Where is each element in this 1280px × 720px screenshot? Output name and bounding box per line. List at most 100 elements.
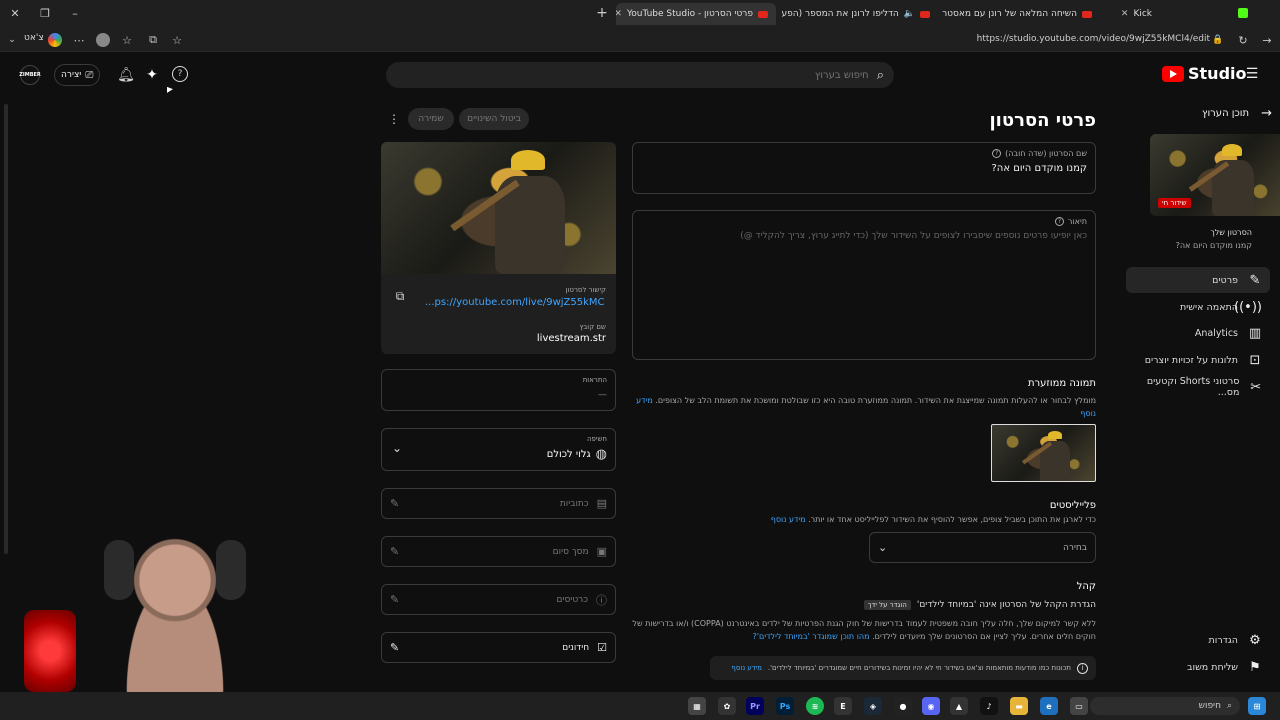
copilot-icon[interactable] (48, 33, 62, 47)
close-tab-icon[interactable]: ✕ (616, 9, 622, 19)
edge-icon[interactable]: e (1040, 697, 1058, 715)
reload-icon[interactable]: ↻ (1236, 33, 1250, 47)
subtitles-button[interactable]: ▤ כתוביות ✎ (381, 488, 616, 519)
favorites-icon[interactable]: ☆ (120, 33, 134, 47)
visibility-select[interactable]: חשיפה ◍ גלוי לכולם ⌄ (381, 428, 616, 471)
microphone (24, 610, 76, 692)
description-placeholder[interactable]: כאן יופיעו פרטים נוספים שיסבירו לצופים ע… (639, 231, 1087, 241)
file-name: livestream.str (536, 333, 606, 344)
steam-icon[interactable]: ◈ (864, 697, 882, 715)
cards-button[interactable]: ⓘ כרטיסים ✎ (381, 584, 616, 615)
new-tab-icon[interactable]: + (594, 5, 610, 21)
task-view-icon[interactable]: ▭ (1070, 697, 1088, 715)
help-icon[interactable]: ? (172, 66, 188, 82)
premiere-icon[interactable]: Pr (746, 697, 764, 715)
video-link[interactable]: ...ps://youtube.com/live/9wjZ55kMCl4 (425, 297, 605, 308)
help-icon[interactable]: ? (992, 149, 1002, 158)
folder-icon[interactable]: ▬ (1010, 697, 1028, 715)
browser-tab-bar: ✕ ❐ – + פרטי הסרטון - YouTube Studio ✕ 🔈… (0, 0, 1280, 28)
undo-changes-button[interactable]: ביטול השינויים (459, 108, 529, 130)
chevron-down-icon: ⌄ (392, 441, 403, 455)
sidebar-item-settings[interactable]: ⚙ הגדרות (1126, 627, 1270, 653)
youtube-favicon-icon (1082, 10, 1092, 18)
pencil-icon: ✎ (1249, 272, 1261, 288)
taskbar-search[interactable]: ⌕ חיפוש (1090, 697, 1240, 715)
subtitles-label: כתוביות (559, 498, 589, 509)
start-icon[interactable]: ⊞ (1248, 697, 1266, 715)
title-field-label: שם הסרטון (שדה חובה) (1005, 149, 1087, 158)
audience-line: הגדרת הקהל של הסרטון אינה 'במיוחד לילדים… (632, 600, 1096, 610)
add-favorite-icon[interactable]: ☆ (170, 33, 184, 47)
create-label: יצירה (61, 70, 82, 80)
title-field-value[interactable]: קמנו מוקדם היום אה? (991, 163, 1087, 174)
youtube-studio-logo[interactable]: Studio (1162, 64, 1247, 83)
menu-icon[interactable]: ☰ (1244, 66, 1260, 82)
obs-icon[interactable]: ● (894, 697, 912, 715)
video-preview-player[interactable] (381, 142, 616, 274)
chevron-down-icon[interactable]: ⌄ (6, 33, 18, 47)
notifications-field[interactable]: התראות — (381, 369, 616, 411)
spotify-icon[interactable]: ≋ (806, 697, 824, 715)
channel-avatar[interactable]: ZIMBER (19, 65, 41, 85)
gear-icon: ⚙ (1249, 632, 1261, 648)
tab-youtube-studio[interactable]: פרטי הסרטון - YouTube Studio ✕ (616, 3, 776, 25)
save-button[interactable]: שמירה (408, 108, 454, 130)
audience-description: ללא קשר למיקום שלך, חלה עליך חובה משפטית… (632, 617, 1096, 643)
playlists-more-link[interactable]: מידע נוסף (771, 515, 806, 524)
more-options-icon[interactable]: ⋮ (386, 110, 402, 128)
more-icon[interactable]: ⋯ (72, 33, 86, 47)
sidebar-item-shorts[interactable]: ✂ סרטוני Shorts וקטעים מס... (1126, 374, 1270, 400)
copy-icon[interactable]: ⧉ (393, 288, 407, 304)
selected-thumbnail[interactable] (991, 424, 1096, 482)
quizzes-label: חידונים (562, 642, 590, 653)
playlist-select[interactable]: בחירה ⌄ (869, 532, 1096, 563)
discord-icon[interactable]: ◉ (922, 697, 940, 715)
help-icon[interactable]: ? (1054, 217, 1064, 226)
sparkle-icon[interactable]: ✦ (144, 66, 160, 84)
lock-icon[interactable]: 🔒 (1212, 33, 1224, 47)
scrollbar[interactable] (4, 104, 8, 554)
sidebar-item-details[interactable]: ✎ פרטים (1126, 267, 1270, 293)
description-field[interactable]: תיאור ? כאן יופיעו פרטים נוספים שיסבירו … (632, 210, 1096, 360)
headphone-left (104, 540, 134, 600)
search-input[interactable] (396, 69, 869, 81)
app-icon[interactable]: ▲ (950, 697, 968, 715)
calculator-icon[interactable]: ▦ (688, 697, 706, 715)
scissors-icon: ✂ (1250, 379, 1262, 395)
tab-video-2[interactable]: 🔈 הדליפו לרונן את המספר (הפע ✕ (778, 3, 938, 25)
bell-icon[interactable]: 🔔︎ (117, 66, 135, 84)
close-window-icon[interactable]: ✕ (8, 6, 22, 20)
back-icon[interactable]: → (1260, 33, 1274, 47)
tab-video-1[interactable]: השיחה המלאה של רונן עם מאסטר ✕ (940, 3, 1100, 25)
tiktok-icon[interactable]: ♪ (980, 697, 998, 715)
sidebar-video-thumbnail[interactable]: שידור חי (1150, 134, 1280, 216)
tab-kick[interactable]: Kick ✕ (1100, 3, 1160, 25)
search-box[interactable]: ⌕ (386, 62, 894, 88)
close-tab-icon[interactable]: ✕ (1121, 9, 1129, 19)
extensions-icon[interactable]: ⧉ (146, 33, 160, 47)
photoshop-icon[interactable]: Ps (776, 697, 794, 715)
title-field[interactable]: שם הסרטון (שדה חובה) ? קמנו מוקדם היום א… (632, 142, 1096, 194)
end-screen-button[interactable]: ▣ מסך סיום ✎ (381, 536, 616, 567)
info-notice-link[interactable]: מידע נוסף (731, 664, 761, 672)
create-button[interactable]: יצירה ⎚ (54, 64, 101, 86)
sidebar-item-copyright[interactable]: ⊡ תלונות על זכויות יוצרים (1126, 347, 1270, 373)
epic-games-icon[interactable]: E (834, 697, 852, 715)
sidebar-item-label: הגדרות (1208, 634, 1238, 646)
sidebar-item-feedback[interactable]: ⚑ שליחת משוב (1126, 654, 1270, 680)
chat-button[interactable]: צ'אט (24, 33, 44, 43)
speaker-icon: 🔈 (903, 9, 915, 19)
url-field[interactable]: https://studio.youtube.com/video/9wjZ55k… (940, 34, 1210, 44)
minimize-window-icon[interactable]: – (68, 6, 82, 20)
pencil-icon: ✎ (390, 497, 400, 510)
app-icon-2[interactable]: ✿ (718, 697, 736, 715)
profile-avatar[interactable] (96, 33, 110, 47)
visibility-value: גלוי לכולם (546, 449, 591, 460)
sidebar-item-analytics[interactable]: ▥ Analytics (1126, 320, 1270, 346)
quizzes-button[interactable]: ☑ חידונים ✎ (381, 632, 616, 663)
sidebar-item-customization[interactable]: ((•)) התאמה אישית (1126, 294, 1270, 320)
restore-window-icon[interactable]: ❐ (38, 6, 52, 20)
back-to-content-link[interactable]: → תוכן הערוץ (1132, 106, 1272, 121)
search-icon[interactable]: ⌕ (877, 68, 884, 83)
audience-desc-link[interactable]: מהו תוכן שמוגדר 'במיוחד לילדים'? (753, 632, 870, 641)
